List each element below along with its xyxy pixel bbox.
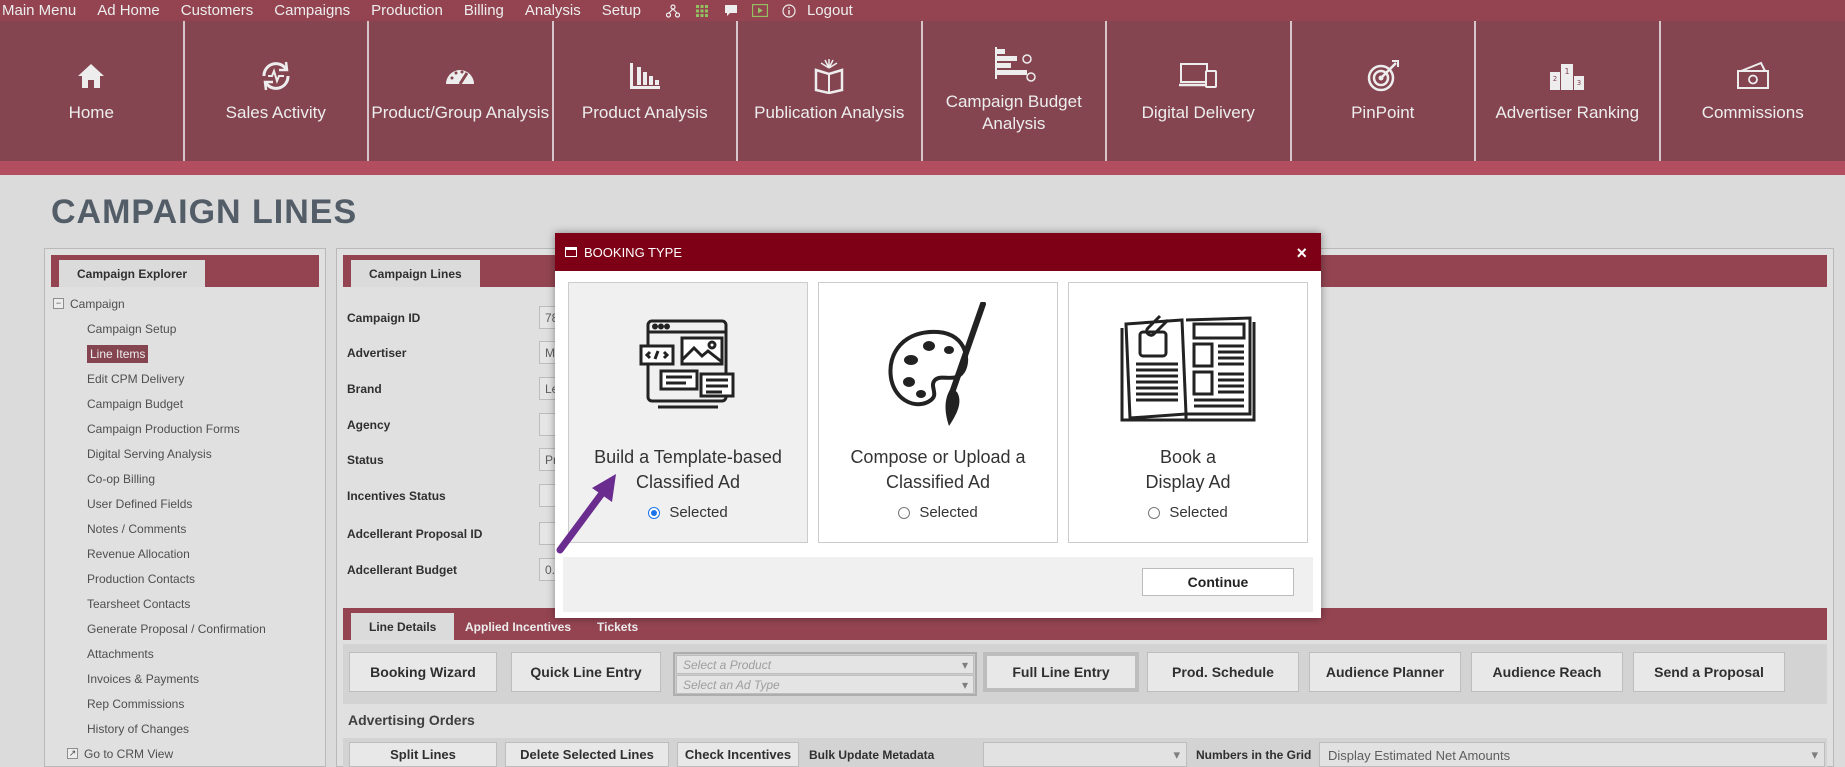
- dialog-header: BOOKING TYPE ×: [555, 233, 1321, 271]
- option-display-title: Book a Display Ad: [1145, 447, 1231, 492]
- option-display-ad[interactable]: Book a Display Ad Selected: [1068, 282, 1308, 543]
- option-display-radio[interactable]: Selected: [1148, 504, 1228, 521]
- palette-brush-icon: [883, 298, 993, 433]
- radio-unchecked-icon[interactable]: [898, 506, 911, 519]
- option-template-radio[interactable]: Selected: [648, 504, 728, 521]
- option-compose-title: Compose or Upload a Classified Ad: [850, 447, 1026, 492]
- dialog-title: BOOKING TYPE: [584, 244, 683, 260]
- option-compose-upload-classified[interactable]: Compose or Upload a Classified Ad Select…: [818, 282, 1058, 543]
- newspaper-icon: [1120, 298, 1256, 433]
- option-compose-radio[interactable]: Selected: [898, 504, 978, 521]
- booking-type-dialog: BOOKING TYPE × Build a Template-based Cl…: [555, 233, 1321, 618]
- annotation-arrow-icon: [556, 474, 616, 554]
- radio-checked-icon[interactable]: [648, 506, 661, 519]
- web-template-icon: [638, 298, 738, 433]
- dialog-footer: Continue: [563, 557, 1313, 612]
- continue-button[interactable]: Continue: [1142, 568, 1294, 596]
- radio-unchecked-icon[interactable]: [1148, 506, 1161, 519]
- close-button[interactable]: ×: [1296, 243, 1307, 264]
- window-icon: [565, 247, 577, 257]
